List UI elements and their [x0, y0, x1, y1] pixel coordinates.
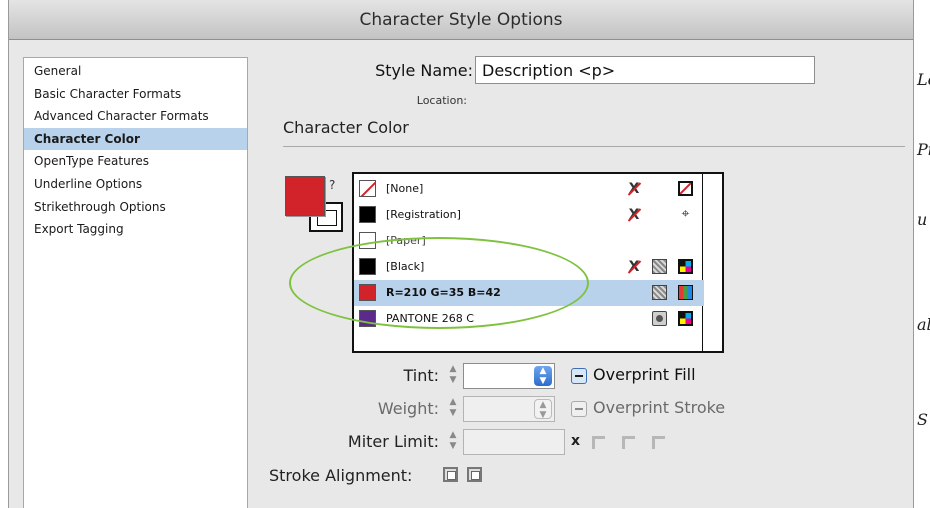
tint-dropdown-icon[interactable]: ▲ ▼: [534, 366, 552, 386]
registration-icon: ⌖: [681, 206, 690, 222]
style-name-input[interactable]: [475, 56, 815, 84]
miter-join-icon[interactable]: [592, 436, 605, 449]
swatch-row-r210-g35-b42[interactable]: R=210 G=35 B=42: [354, 280, 704, 306]
align-stroke-outside-icon[interactable]: [467, 467, 482, 482]
background-glyph: Pi: [917, 140, 930, 159]
swatch-row-registration[interactable]: [Registration] X ⌖: [354, 202, 704, 228]
tint-label: Tint:: [403, 366, 439, 385]
category-advanced-character-formats[interactable]: Advanced Character Formats: [24, 105, 247, 128]
swatch-chip: [359, 284, 376, 301]
character-style-options-dialog: Character Style Options General Basic Ch…: [8, 0, 914, 508]
background-document: Lc Pi u al S: [914, 0, 930, 508]
miter-limit-field[interactable]: [463, 429, 565, 455]
cmyk-mode-icon: [678, 311, 693, 326]
overprint-fill-label: Overprint Fill: [593, 365, 696, 384]
spot-color-icon: [652, 311, 667, 326]
align-stroke-center-icon[interactable]: [443, 467, 458, 482]
category-character-color[interactable]: Character Color: [24, 127, 247, 151]
fill-stroke-proxy: ?: [279, 172, 349, 232]
swatch-name: [Registration]: [386, 208, 461, 221]
swatch-chip: [359, 258, 376, 275]
background-glyph: S: [917, 410, 928, 429]
no-edit-icon: X: [626, 207, 642, 223]
swatch-list-scrollbar[interactable]: [702, 174, 722, 351]
tint-field[interactable]: ▲ ▼: [463, 363, 555, 389]
swatch-name: [Black]: [386, 260, 425, 273]
swatch-name: PANTONE 268 C: [386, 312, 474, 325]
no-edit-icon: X: [626, 259, 642, 275]
miter-times-label: x: [571, 433, 581, 449]
bevel-join-icon[interactable]: [652, 436, 665, 449]
window-titlebar[interactable]: Character Style Options: [9, 0, 913, 40]
tint-stepper[interactable]: ▲ ▼: [446, 364, 460, 388]
process-color-icon: [652, 259, 667, 274]
color-mode-none-icon: [678, 181, 693, 196]
swatch-row-none[interactable]: [None] X: [354, 176, 704, 202]
background-glyph: al: [917, 315, 930, 334]
fill-proxy-icon[interactable]: [285, 176, 325, 216]
miter-limit-label: Miter Limit:: [347, 432, 439, 451]
swatch-row-pantone-268-c[interactable]: PANTONE 268 C: [354, 306, 704, 332]
overprint-stroke-label: Overprint Stroke: [593, 398, 726, 417]
overprint-stroke-checkbox[interactable]: [571, 401, 587, 417]
swatch-row-paper[interactable]: [Paper]: [354, 228, 704, 254]
category-basic-character-formats[interactable]: Basic Character Formats: [24, 83, 247, 106]
swatch-chip: [359, 180, 376, 197]
category-strikethrough-options[interactable]: Strikethrough Options: [24, 196, 247, 219]
category-underline-options[interactable]: Underline Options: [24, 173, 247, 196]
background-glyph: Lc: [917, 70, 930, 89]
category-export-tagging[interactable]: Export Tagging: [24, 218, 247, 241]
weight-field[interactable]: ▲ ▼: [463, 396, 555, 422]
weight-label: Weight:: [377, 399, 439, 418]
swatch-name: [None]: [386, 182, 424, 195]
swatch-name: [Paper]: [386, 234, 426, 247]
category-list: General Basic Character Formats Advanced…: [23, 57, 248, 508]
miter-limit-stepper[interactable]: ▲ ▼: [446, 430, 460, 454]
location-label: Location:: [416, 94, 467, 107]
swap-fill-stroke-icon[interactable]: ?: [329, 178, 335, 192]
category-opentype-features[interactable]: OpenType Features: [24, 150, 247, 173]
category-general[interactable]: General: [24, 60, 247, 83]
overprint-fill-checkbox[interactable]: [571, 368, 587, 384]
swatch-chip: [359, 232, 376, 249]
weight-dropdown-icon[interactable]: ▲ ▼: [534, 399, 552, 420]
swatch-name: R=210 G=35 B=42: [386, 286, 501, 299]
section-title: Character Color: [283, 118, 409, 137]
cmyk-mode-icon: [678, 259, 693, 274]
style-name-label: Style Name:: [375, 61, 473, 80]
rgb-mode-icon: [678, 285, 693, 300]
weight-stepper[interactable]: ▲ ▼: [446, 397, 460, 421]
swatch-list: [None] X [Registration] X ⌖ [Paper] [Bla…: [352, 172, 724, 353]
section-divider: [283, 146, 905, 147]
swatch-chip: [359, 310, 376, 327]
swatch-row-black[interactable]: [Black] X: [354, 254, 704, 280]
stroke-alignment-label: Stroke Alignment:: [269, 466, 413, 485]
round-join-icon[interactable]: [622, 436, 635, 449]
process-color-icon: [652, 285, 667, 300]
background-glyph: u: [917, 210, 928, 229]
window-title: Character Style Options: [359, 10, 563, 30]
no-edit-icon: X: [626, 181, 642, 197]
swatch-chip: [359, 206, 376, 223]
